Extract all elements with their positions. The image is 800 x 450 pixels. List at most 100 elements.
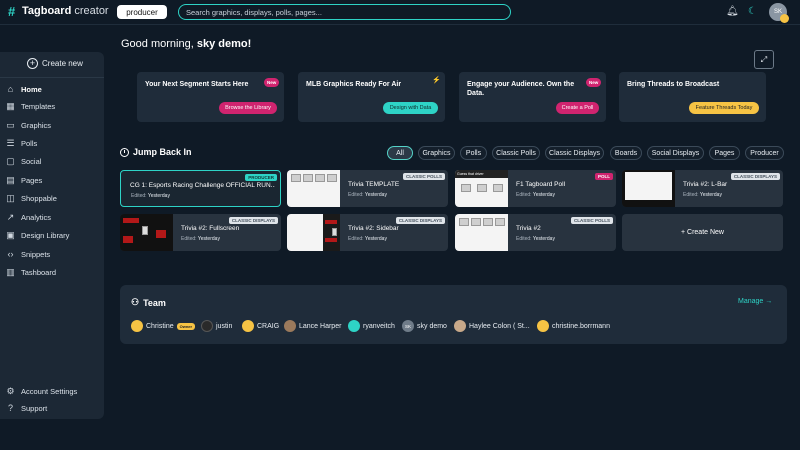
sidebar-item-support[interactable]: ? Support (5, 402, 47, 414)
sidebar-item-tashboard[interactable]: ▥ Tashboard (5, 266, 56, 278)
create-new-button[interactable]: + Create new (27, 58, 83, 69)
recent-card[interactable]: CLASSIC DISPLAYS Trivia #2: L-Bar Edited… (622, 170, 783, 207)
design-with-data-button[interactable]: Design with Data (383, 102, 438, 114)
sidebar-item-home[interactable]: ⌂ Home (5, 83, 42, 95)
team-member[interactable]: Christine Owner (131, 320, 196, 332)
sidebar-item-social[interactable]: ▢ Social (5, 155, 41, 167)
avatar (284, 320, 296, 332)
sidebar-item-polls[interactable]: ☰ Polls (5, 137, 37, 149)
type-tag: POLL (595, 173, 613, 180)
team-member[interactable]: christine.borrmann (537, 320, 610, 332)
team-member[interactable]: SK sky demo (402, 320, 447, 332)
card-thumbnail (287, 214, 340, 251)
filter-classic-polls[interactable]: Classic Polls (492, 146, 540, 160)
team-icon: ⚇ (131, 297, 140, 307)
card-edited: Edited: Yesterday (516, 192, 555, 198)
thumb-text: Guess that driver (455, 170, 508, 178)
sidebar-item-design-library[interactable]: ▣ Design Library (5, 229, 69, 241)
design-library-icon: ▣ (6, 229, 15, 240)
polls-icon: ☰ (6, 137, 15, 148)
filter-classic-displays[interactable]: Classic Displays (545, 146, 604, 160)
owner-badge: Owner (176, 322, 196, 330)
sidebar-item-analytics[interactable]: ↗ Analytics (5, 211, 51, 223)
filter-boards[interactable]: Boards (610, 146, 642, 160)
create-poll-button[interactable]: Create a Poll (556, 102, 599, 114)
type-tag: CLASSIC DISPLAYS (228, 217, 278, 224)
tashboard-icon: ▥ (6, 266, 15, 277)
avatar-status-dot (780, 14, 789, 23)
search-input[interactable]: Search graphics, displays, polls, pages.… (178, 4, 511, 20)
analytics-icon: ↗ (6, 211, 15, 222)
card-edited: Edited: Yesterday (516, 236, 555, 242)
recent-card[interactable]: CLASSIC POLLS Trivia #2 Edited: Yesterda… (455, 214, 616, 251)
recent-card[interactable]: Guess that driver POLL F1 Tagboard Poll … (455, 170, 616, 207)
promo-card-threads: Bring Threads to Broadcast Feature Threa… (619, 72, 766, 122)
filter-all[interactable]: All (387, 146, 413, 160)
moon-icon[interactable]: ☾ (748, 6, 757, 18)
card-edited: Edited: Yesterday (131, 193, 170, 199)
team-member[interactable]: CRAIG (242, 320, 279, 332)
avatar (348, 320, 360, 332)
type-tag: CLASSIC DISPLAYS (395, 217, 445, 224)
lightning-icon: ⚡ (432, 77, 441, 84)
card-thumbnail (455, 214, 508, 251)
recent-card[interactable]: CLASSIC DISPLAYS Trivia #2: Sidebar Edit… (287, 214, 448, 251)
bell-icon[interactable]: 🔔︎ (726, 6, 739, 18)
team-heading: ⚇ Team (131, 297, 166, 308)
filter-graphics[interactable]: Graphics (418, 146, 455, 160)
feature-threads-button[interactable]: Feature Threads Today (689, 102, 759, 114)
sidebar: + Create new ⌂ Home ▦ Templates ▭ Graphi… (0, 52, 104, 419)
card-thumbnail (287, 170, 340, 207)
recent-card[interactable]: PRODUCER CG 1: Esports Racing Challenge … (120, 170, 281, 207)
filter-polls[interactable]: Polls (460, 146, 487, 160)
team-member[interactable]: Lance Harper (284, 320, 341, 332)
type-tag: CLASSIC POLLS (570, 217, 613, 224)
sidebar-divider (0, 77, 104, 78)
card-edited: Edited: Yesterday (348, 192, 387, 198)
card-thumbnail (120, 214, 173, 251)
recent-card[interactable]: CLASSIC DISPLAYS Trivia #2: Fullscreen E… (120, 214, 281, 251)
team-member[interactable]: justin (201, 320, 232, 332)
filter-producer[interactable]: Producer (745, 146, 784, 160)
home-icon: ⌂ (7, 84, 14, 94)
manage-team-link[interactable]: Manage → (738, 298, 772, 305)
recent-card[interactable]: CLASSIC POLLS Trivia TEMPLATE Edited: Ye… (287, 170, 448, 207)
team-member[interactable]: Haylee Colon ( St... (454, 320, 530, 332)
expand-icon[interactable]: ⤢ (754, 50, 774, 69)
sidebar-item-graphics[interactable]: ▭ Graphics (5, 119, 51, 131)
avatar (454, 320, 466, 332)
card-edited: Edited: Yesterday (683, 192, 722, 198)
greeting-name: sky demo! (196, 38, 252, 50)
card-title: Trivia #2: Sidebar (348, 225, 399, 232)
create-new-card-button[interactable]: + Create New (622, 214, 783, 251)
sidebar-item-snippets[interactable]: ‹› Snippets (5, 248, 51, 260)
card-title: Trivia TEMPLATE (348, 181, 400, 188)
card-thumbnail: Guess that driver (455, 170, 508, 207)
sidebar-item-templates[interactable]: ▦ Templates (5, 100, 55, 112)
promo-card-mlb: MLB Graphics Ready For Air ⚡ Design with… (298, 72, 445, 122)
jump-back-in-heading: Jump Back In (120, 147, 192, 157)
card-title: F1 Tagboard Poll (516, 181, 566, 188)
avatar (131, 320, 143, 332)
sidebar-item-shoppable[interactable]: ◫ Shoppable (5, 192, 57, 204)
card-title: Trivia #2: Fullscreen (181, 225, 240, 232)
card-edited: Edited: Yesterday (181, 236, 220, 242)
sidebar-item-account-settings[interactable]: ⚙ Account Settings (5, 385, 77, 397)
sidebar-item-pages[interactable]: ▤ Pages (5, 174, 42, 186)
workspace-selector[interactable]: producer (117, 5, 167, 19)
filter-pages[interactable]: Pages (709, 146, 740, 160)
user-avatar[interactable]: SK (769, 3, 789, 23)
clock-icon (120, 147, 129, 157)
graphics-icon: ▭ (6, 119, 15, 130)
filter-social-displays[interactable]: Social Displays (647, 146, 704, 160)
templates-icon: ▦ (6, 100, 15, 111)
team-member[interactable]: ryanveitch (348, 320, 395, 332)
promo-card-poll: Engage your Audience. Own the Data. New … (459, 72, 606, 122)
pages-icon: ▤ (6, 174, 15, 185)
type-tag: CLASSIC DISPLAYS (730, 173, 780, 180)
logo-text-bold: Tagboard (22, 5, 72, 17)
browse-library-button[interactable]: Browse the Library (219, 102, 277, 114)
app-logo[interactable]: # Tagboard creator (8, 5, 109, 18)
avatar (201, 320, 213, 332)
card-thumbnail (622, 170, 675, 207)
